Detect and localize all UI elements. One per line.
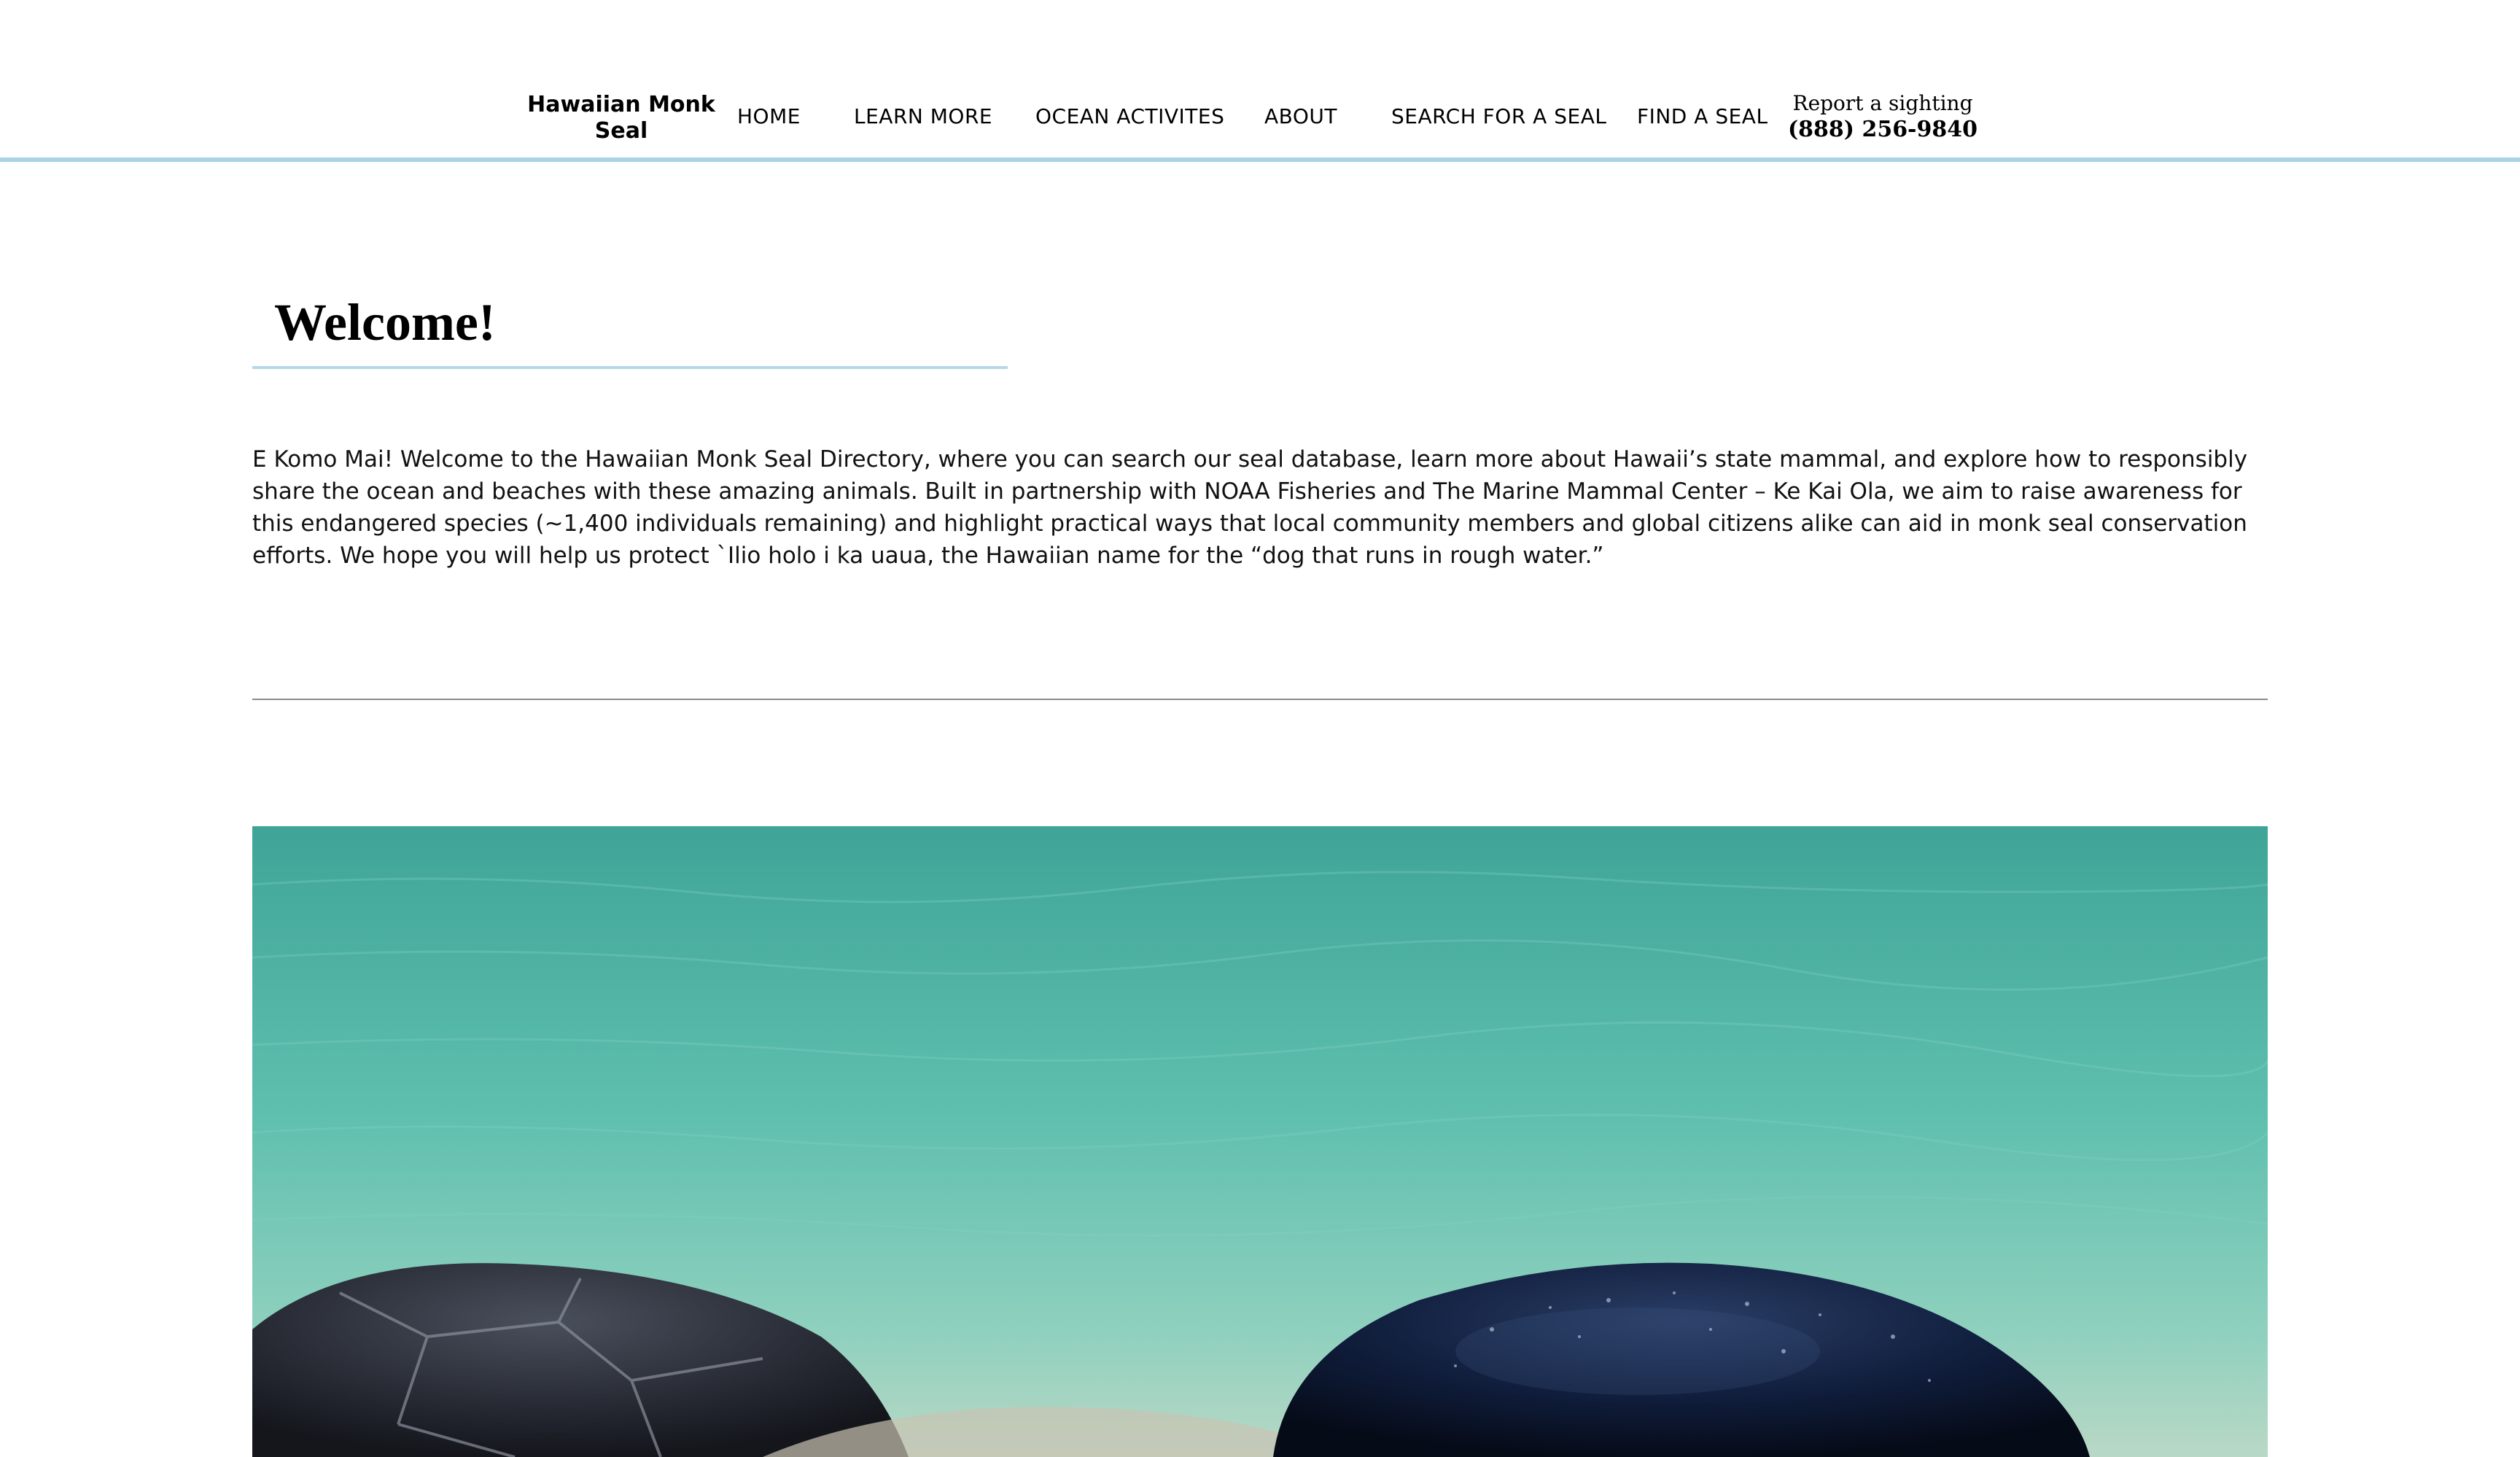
monk-seal-and-sea-turtle-photo — [252, 826, 2268, 1457]
nav-search-for-a-seal[interactable]: SEARCH FOR A SEAL — [1391, 104, 1606, 130]
title-underline — [252, 366, 1008, 369]
report-sighting-phone[interactable]: (888) 256-9840 — [1779, 117, 1986, 143]
nav-learn-more[interactable]: LEARN MORE — [854, 104, 992, 130]
nav-ocean-activities[interactable]: OCEAN ACTIVITES — [1035, 104, 1224, 130]
report-sighting-label: Report a sighting — [1792, 91, 1973, 115]
intro-paragraph: E Komo Mai! Welcome to the Hawaiian Monk… — [252, 446, 2248, 569]
site-header: Hawaiian Monk Seal HOME LEARN MORE OCEAN… — [0, 0, 2520, 162]
nav-home[interactable]: HOME — [737, 104, 801, 130]
section-divider — [252, 699, 2268, 700]
brand-logo-link[interactable]: Hawaiian Monk Seal — [525, 92, 718, 144]
report-sighting-link[interactable]: Report a sighting (888) 256-9840 — [1779, 90, 1986, 143]
nav-about[interactable]: ABOUT — [1264, 104, 1337, 130]
page-title: Welcome! — [274, 293, 496, 351]
hero-image — [252, 826, 2268, 1457]
nav-find-a-seal[interactable]: FIND A SEAL — [1637, 104, 1768, 130]
